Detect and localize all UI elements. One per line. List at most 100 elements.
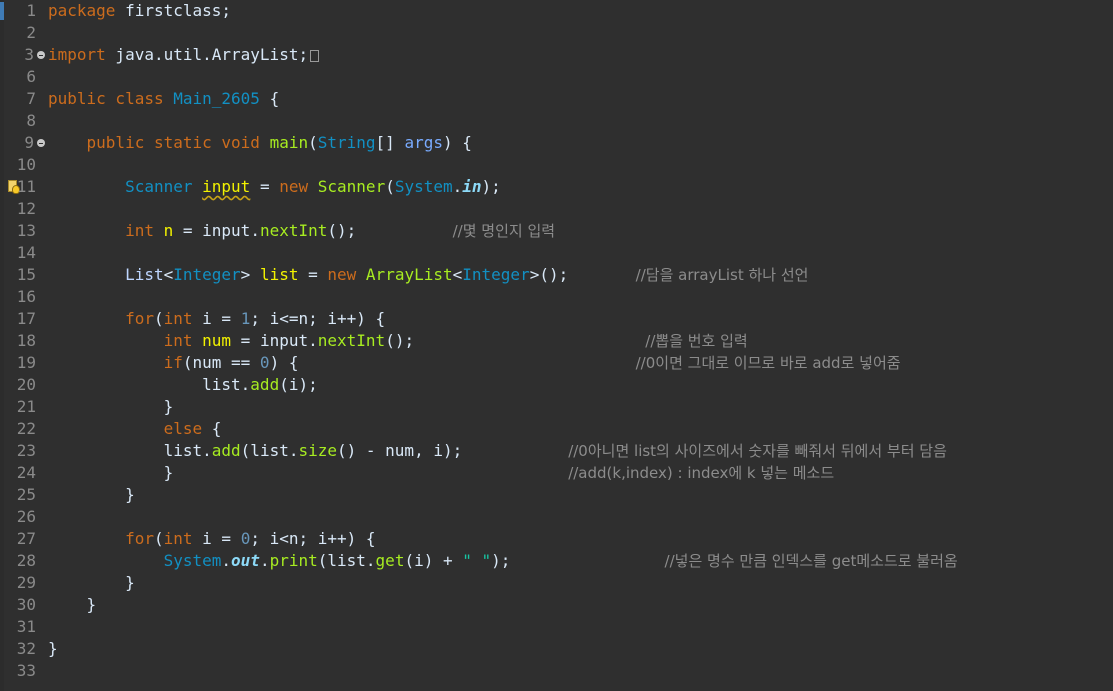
punct: ( — [308, 133, 318, 152]
fold-expanded-icon[interactable] — [37, 139, 45, 147]
comment: //넣은 명수 만큼 인덱스를 get메소드로 불러옴 — [664, 552, 958, 570]
code-text: (list. — [317, 551, 376, 570]
line-number: 8 — [26, 111, 36, 130]
punct: ( — [385, 177, 395, 196]
method-call: nextInt — [259, 221, 328, 240]
line-number: 6 — [26, 67, 36, 86]
static-field: in — [462, 177, 482, 196]
string-literal: " " — [462, 551, 492, 570]
brace: } — [48, 573, 135, 592]
punct: ( — [153, 309, 164, 328]
line-number: 17 — [16, 309, 36, 328]
code-line[interactable]: } — [48, 638, 58, 660]
keyword: if — [163, 353, 183, 372]
comment: //담을 arrayList 하나 선언 — [635, 266, 809, 284]
line-number: 31 — [16, 617, 36, 636]
line-number: 19 — [16, 353, 36, 372]
code-text: ; i<n; i++) { — [250, 529, 376, 548]
code-line[interactable]: int num = input.nextInt(); //뽑을 번호 입력 — [48, 330, 748, 352]
line-number: 10 — [16, 155, 36, 174]
code-editor[interactable]: 1 2 3 6 7 8 9 10 11 12 13 14 15 16 17 18… — [0, 0, 1113, 691]
code-line[interactable]: System.out.print(list.get(i) + " "); //넣… — [48, 550, 958, 572]
code-line[interactable]: } — [48, 396, 174, 418]
line-number: 29 — [16, 573, 36, 592]
line-number: 16 — [16, 287, 36, 306]
punct: [] — [375, 133, 405, 152]
variable: list — [259, 265, 299, 284]
code-line[interactable]: list.add(list.size() - num, i); //0아니면 l… — [48, 440, 947, 462]
number-literal: 0 — [240, 529, 251, 548]
code-line[interactable]: public class Main_2605 { — [48, 88, 279, 110]
code-area[interactable]: package firstclass; import java.util.Arr… — [48, 0, 1113, 691]
operator: = — [298, 265, 328, 284]
method-call: add — [211, 441, 241, 460]
code-line[interactable]: } — [48, 594, 97, 616]
line-number: 7 — [26, 89, 36, 108]
line-number: 12 — [16, 199, 36, 218]
brace: { — [202, 419, 222, 438]
code-line[interactable]: package firstclass; — [48, 0, 231, 22]
punct: < — [452, 265, 463, 284]
line-number: 3 — [24, 45, 34, 64]
code-line[interactable]: for(int i = 0; i<n; i++) { — [48, 528, 376, 550]
number-literal: 0 — [259, 353, 270, 372]
keyword: for — [125, 309, 154, 328]
code-line[interactable]: } — [48, 484, 135, 506]
punct: > — [240, 265, 260, 284]
comment: //몇 명인지 입력 — [452, 222, 556, 240]
punct: (); — [327, 221, 357, 240]
code-text: (num == — [182, 353, 260, 372]
method-call: size — [298, 441, 337, 460]
variable-warning[interactable]: input — [202, 177, 250, 196]
code-line[interactable]: public static void main(String[] args) { — [48, 132, 472, 154]
brace: } — [48, 595, 97, 614]
line-number: 28 — [16, 551, 36, 570]
line-number: 24 — [16, 463, 36, 482]
punct: . — [452, 177, 463, 196]
keyword: new — [327, 265, 357, 284]
punct: ); — [491, 551, 511, 570]
line-number: 22 — [16, 419, 36, 438]
comment: //0아니면 list의 사이즈에서 숫자를 빼줘서 뒤에서 부터 담음 — [568, 442, 947, 460]
code-line[interactable]: if(num == 0) { //0이면 그대로 이므로 바로 add로 넣어줌 — [48, 352, 901, 374]
brace: } — [48, 397, 174, 416]
comment: //add(k,index) : index에 k 넣는 메소드 — [568, 464, 835, 482]
folded-imports-box[interactable] — [310, 49, 320, 62]
line-number: 21 — [16, 397, 36, 416]
code-text: = input. — [173, 221, 260, 240]
punct: >(); — [529, 265, 569, 284]
type-name: Integer — [173, 265, 241, 284]
keyword: int — [125, 221, 154, 240]
keyword: public — [48, 89, 106, 108]
code-line[interactable]: list.add(i); — [48, 374, 318, 396]
operator: = — [250, 177, 280, 196]
code-text: (i); — [279, 375, 318, 394]
code-text: i = — [192, 309, 241, 328]
code-line[interactable]: int n = input.nextInt(); //몇 명인지 입력 — [48, 220, 555, 242]
keyword: class — [105, 89, 174, 108]
keyword: int — [163, 331, 193, 350]
import-path: java.util.ArrayList; — [105, 45, 309, 64]
brace: } — [48, 485, 135, 504]
code-line[interactable]: } //add(k,index) : index에 k 넣는 메소드 — [48, 462, 835, 484]
code-line[interactable]: List<Integer> list = new ArrayList<Integ… — [48, 264, 808, 286]
code-line[interactable]: import java.util.ArrayList; — [48, 44, 320, 66]
code-line[interactable]: } — [48, 572, 135, 594]
code-line[interactable]: Scanner input = new Scanner(System.in); — [48, 176, 501, 198]
keyword: package — [48, 1, 116, 20]
line-number: 15 — [16, 265, 36, 284]
number-literal: 1 — [240, 309, 251, 328]
fold-collapsed-icon[interactable] — [37, 51, 45, 59]
code-line[interactable]: else { — [48, 418, 222, 440]
code-line[interactable]: for(int i = 1; i<=n; i++) { — [48, 308, 385, 330]
